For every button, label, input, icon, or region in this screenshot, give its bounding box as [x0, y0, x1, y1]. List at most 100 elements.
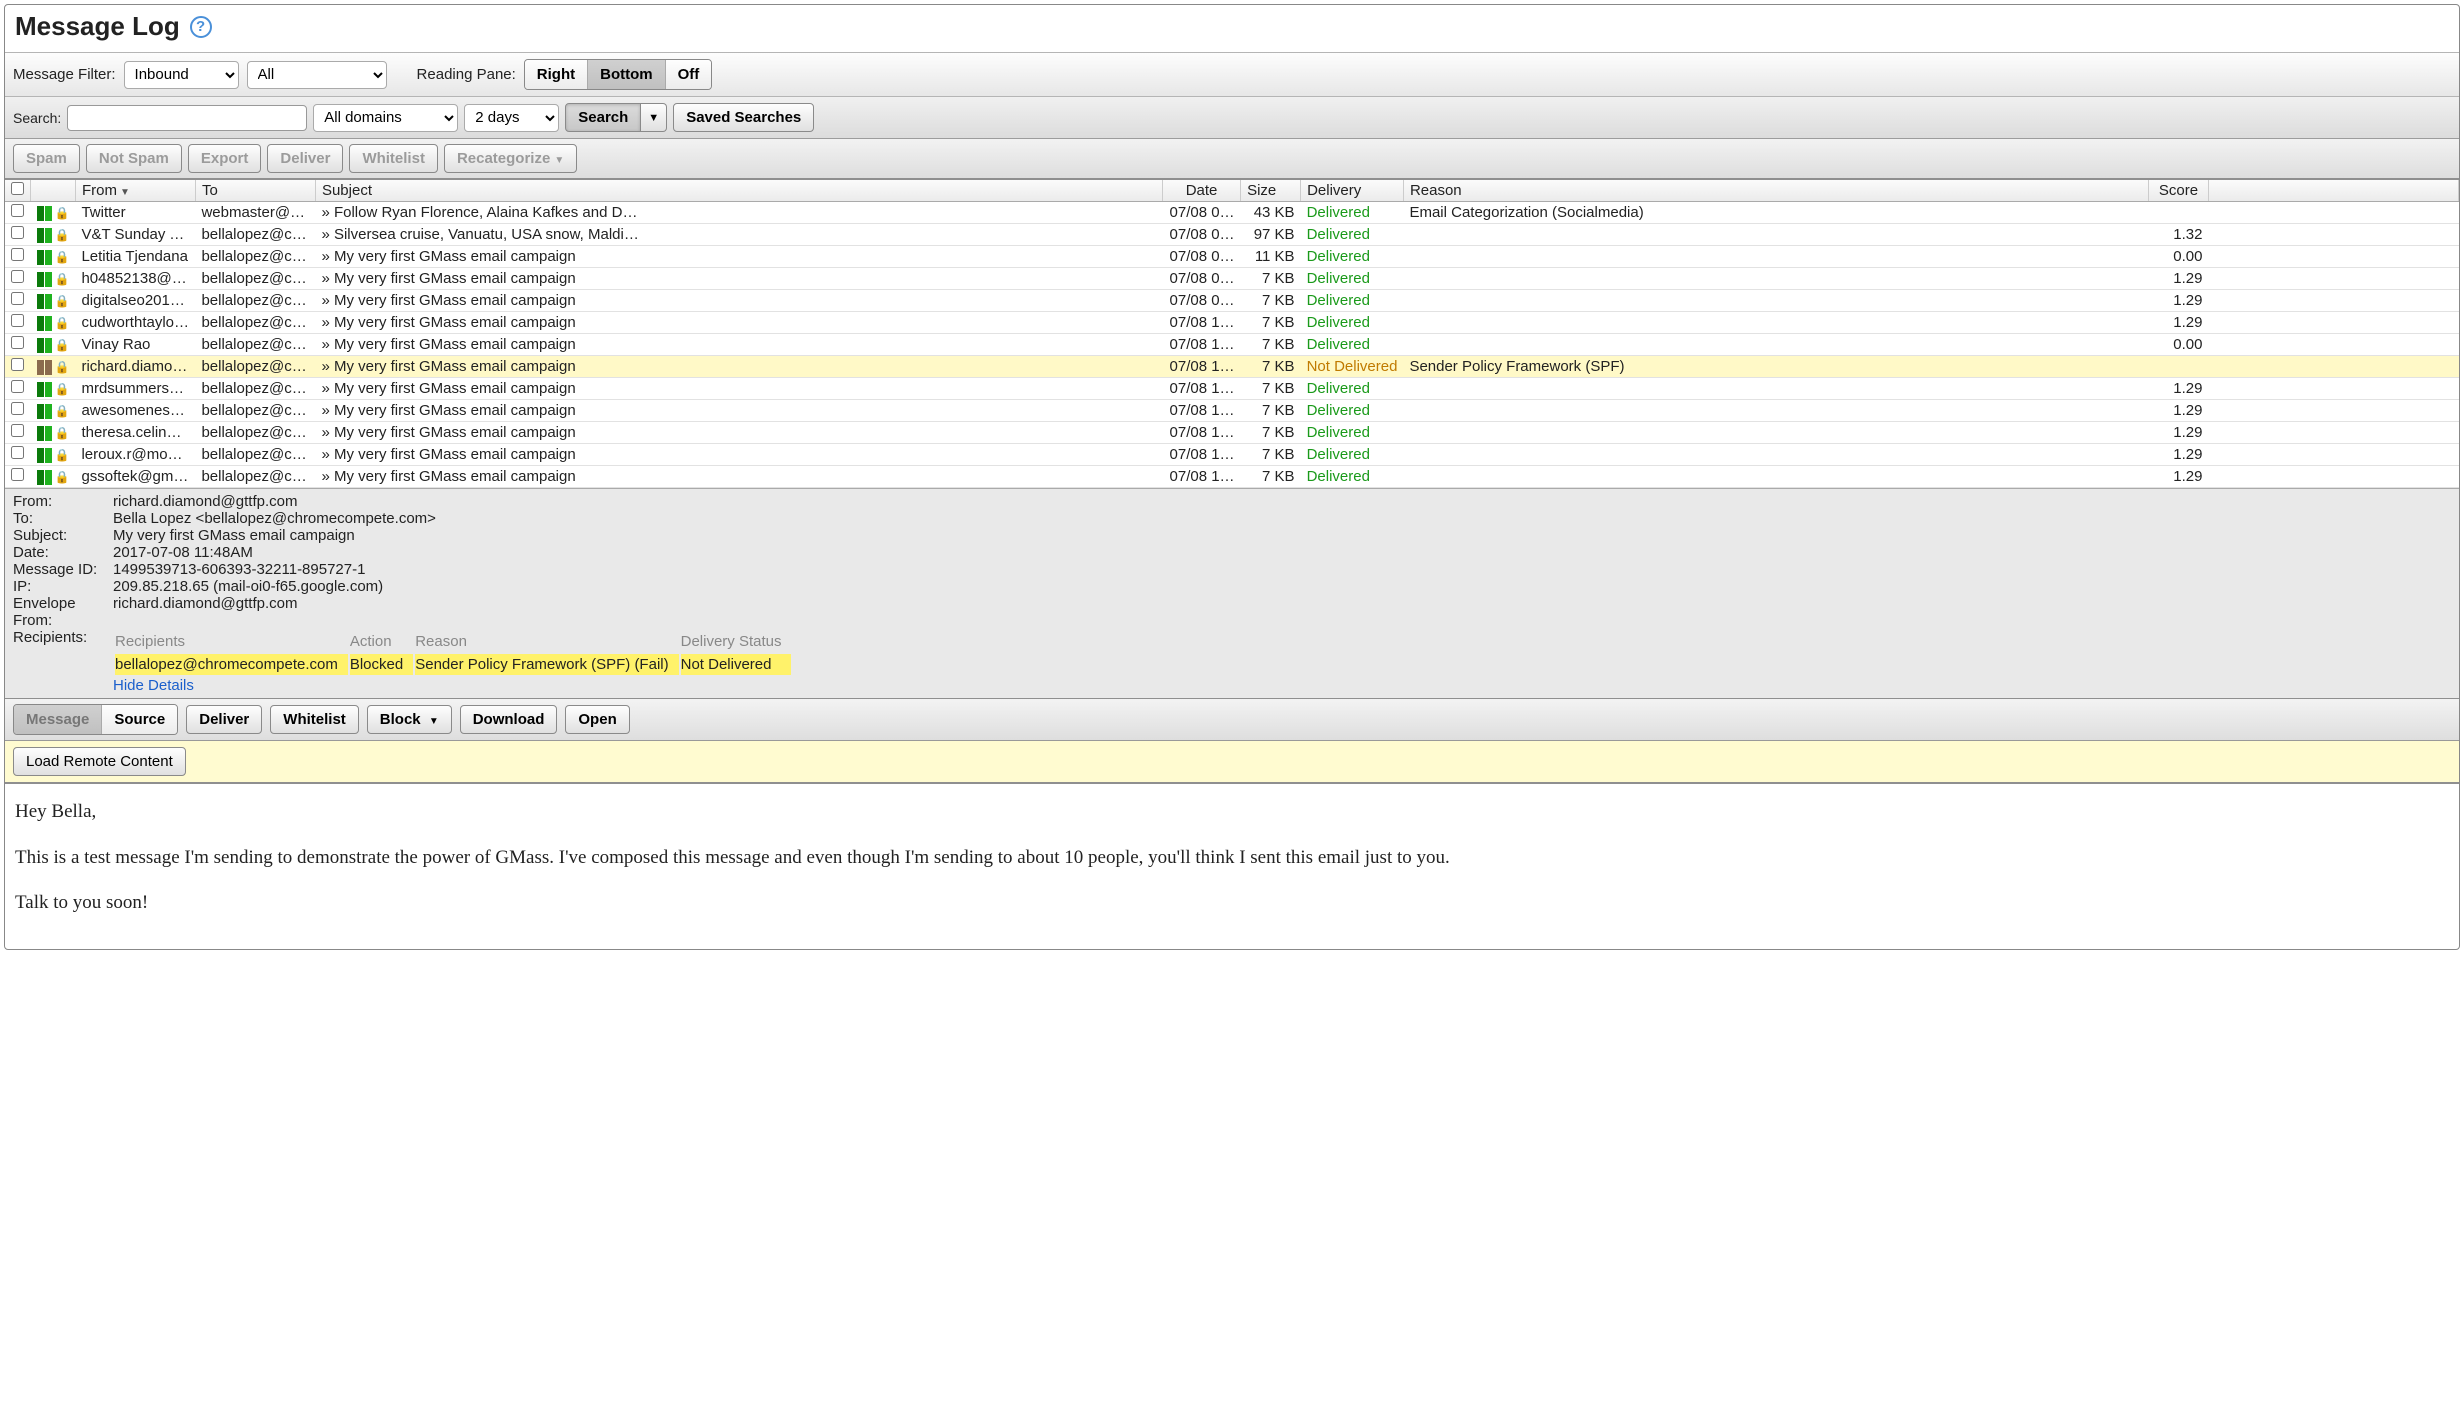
table-row[interactable]: 🔒 V&T Sunday Tra… bellalopez@chro… » Sil… — [5, 224, 2459, 246]
deliver-button[interactable]: Deliver — [267, 144, 343, 173]
detail-msgid-label: Message ID: — [13, 561, 113, 578]
whitelist-button[interactable]: Whitelist — [349, 144, 438, 173]
to-column-header[interactable]: To — [195, 180, 315, 202]
tab-message[interactable]: Message — [14, 705, 102, 734]
tab-source[interactable]: Source — [102, 705, 177, 734]
status-indicator-icon — [37, 360, 44, 375]
delivery-column-header[interactable]: Delivery — [1301, 180, 1404, 202]
row-checkbox[interactable] — [11, 226, 24, 239]
reading-pane-off[interactable]: Off — [666, 60, 712, 89]
select-all-checkbox[interactable] — [11, 182, 24, 195]
lock-icon: 🔒 — [55, 448, 70, 462]
load-remote-content-button[interactable]: Load Remote Content — [13, 747, 186, 776]
cell-to: bellalopez@chro… — [195, 444, 315, 466]
cell-size: 7 KB — [1241, 312, 1301, 334]
cell-from: mrdsummers@g… — [75, 378, 195, 400]
content-deliver-button[interactable]: Deliver — [186, 705, 262, 734]
cell-delivery: Delivered — [1301, 466, 1404, 488]
status-column-header[interactable] — [31, 180, 76, 202]
saved-searches-button[interactable]: Saved Searches — [673, 103, 814, 132]
hide-details-link[interactable]: Hide Details — [113, 677, 2451, 694]
cell-subject: » My very first GMass email campaign — [315, 334, 1162, 356]
cell-subject: » My very first GMass email campaign — [315, 422, 1162, 444]
cell-subject: » My very first GMass email campaign — [315, 246, 1162, 268]
cell-date: 07/08 0… — [1163, 202, 1241, 224]
search-button[interactable]: Search — [565, 103, 641, 132]
detail-envfrom-value: richard.diamond@gttfp.com — [113, 595, 297, 629]
message-filter-type-select[interactable]: All — [247, 61, 387, 89]
lock-icon: 🔒 — [55, 316, 70, 330]
help-icon[interactable]: ? — [190, 16, 212, 38]
table-row[interactable]: 🔒 h04852138@gm… bellalopez@chro… » My ve… — [5, 268, 2459, 290]
message-table: From▼ To Subject Date Size Delivery Reas… — [5, 180, 2459, 488]
search-dropdown-toggle[interactable]: ▼ — [641, 103, 667, 132]
table-row[interactable]: 🔒 leroux.r@mobe… bellalopez@chro… » My v… — [5, 444, 2459, 466]
table-row[interactable]: 🔒 richard.diamond… bellalopez@chro… » My… — [5, 356, 2459, 378]
cell-score: 0.00 — [2149, 334, 2209, 356]
status-indicator-icon — [45, 316, 52, 331]
cell-date: 07/08 1… — [1163, 334, 1241, 356]
time-range-select[interactable]: 2 days — [464, 104, 559, 132]
message-body: Hey Bella, This is a test message I'm se… — [5, 784, 2459, 949]
row-checkbox[interactable] — [11, 402, 24, 415]
score-column-header[interactable]: Score — [2149, 180, 2209, 202]
content-open-button[interactable]: Open — [565, 705, 629, 734]
row-checkbox[interactable] — [11, 424, 24, 437]
detail-from-value: richard.diamond@gttfp.com — [113, 493, 297, 510]
message-details: From:richard.diamond@gttfp.com To:Bella … — [5, 488, 2459, 699]
table-row[interactable]: 🔒 gssoftek@gmail.… bellalopez@chro… » My… — [5, 466, 2459, 488]
spam-button[interactable]: Spam — [13, 144, 80, 173]
cell-subject: » My very first GMass email campaign — [315, 444, 1162, 466]
search-input[interactable] — [67, 105, 307, 131]
cell-from: theresa.celine.a… — [75, 422, 195, 444]
reading-pane-bottom[interactable]: Bottom — [588, 60, 666, 89]
cell-size: 7 KB — [1241, 422, 1301, 444]
cell-to: bellalopez@chro… — [195, 356, 315, 378]
cell-to: bellalopez@chro… — [195, 422, 315, 444]
detail-date-value: 2017-07-08 11:48AM — [113, 544, 253, 561]
from-column-header[interactable]: From▼ — [75, 180, 195, 202]
row-checkbox[interactable] — [11, 336, 24, 349]
content-block-button[interactable]: Block ▼ — [367, 705, 452, 734]
rec-head-recipients: Recipients — [115, 631, 348, 652]
domain-select[interactable]: All domains — [313, 104, 458, 132]
row-checkbox[interactable] — [11, 468, 24, 481]
reading-pane-right[interactable]: Right — [525, 60, 588, 89]
lock-icon: 🔒 — [55, 206, 70, 220]
reason-column-header[interactable]: Reason — [1403, 180, 2148, 202]
cell-to: bellalopez@chro… — [195, 312, 315, 334]
cell-size: 7 KB — [1241, 334, 1301, 356]
row-checkbox[interactable] — [11, 204, 24, 217]
cell-delivery: Delivered — [1301, 400, 1404, 422]
cell-score: 1.29 — [2149, 268, 2209, 290]
row-checkbox[interactable] — [11, 270, 24, 283]
row-checkbox[interactable] — [11, 358, 24, 371]
row-checkbox[interactable] — [11, 446, 24, 459]
table-row[interactable]: 🔒 Letitia Tjendana bellalopez@chro… » My… — [5, 246, 2459, 268]
table-row[interactable]: 🔒 Twitter webmaster@chr… » Follow Ryan F… — [5, 202, 2459, 224]
content-whitelist-button[interactable]: Whitelist — [270, 705, 359, 734]
table-row[interactable]: 🔒 cudworthtaylor@… bellalopez@chro… » My… — [5, 312, 2459, 334]
subject-column-header[interactable]: Subject — [315, 180, 1162, 202]
cell-from: cudworthtaylor@… — [75, 312, 195, 334]
row-checkbox[interactable] — [11, 292, 24, 305]
date-column-header[interactable]: Date — [1163, 180, 1241, 202]
cell-date: 07/08 1… — [1163, 378, 1241, 400]
not-spam-button[interactable]: Not Spam — [86, 144, 182, 173]
cell-from: Vinay Rao — [75, 334, 195, 356]
table-row[interactable]: 🔒 awesomenessits… bellalopez@chro… » My … — [5, 400, 2459, 422]
row-checkbox[interactable] — [11, 380, 24, 393]
table-row[interactable]: 🔒 theresa.celine.a… bellalopez@chro… » M… — [5, 422, 2459, 444]
table-row[interactable]: 🔒 digitalseo2017@… bellalopez@chro… » My… — [5, 290, 2459, 312]
row-checkbox[interactable] — [11, 314, 24, 327]
table-row[interactable]: 🔒 Vinay Rao bellalopez@chro… » My very f… — [5, 334, 2459, 356]
size-column-header[interactable]: Size — [1241, 180, 1301, 202]
recategorize-button[interactable]: Recategorize▼ — [444, 144, 577, 173]
row-checkbox[interactable] — [11, 248, 24, 261]
detail-ip-label: IP: — [13, 578, 113, 595]
content-download-button[interactable]: Download — [460, 705, 558, 734]
status-indicator-icon — [37, 206, 44, 221]
table-row[interactable]: 🔒 mrdsummers@g… bellalopez@chro… » My ve… — [5, 378, 2459, 400]
message-filter-direction-select[interactable]: Inbound — [124, 61, 239, 89]
export-button[interactable]: Export — [188, 144, 262, 173]
